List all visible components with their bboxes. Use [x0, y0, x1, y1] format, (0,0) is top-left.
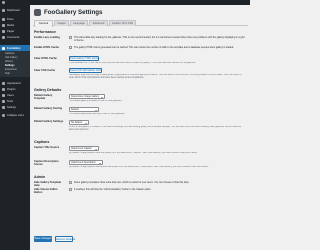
menu-item-label: Collapse menu: [7, 114, 25, 117]
html-cache-text: The gallery HTML that is generated can b…: [74, 46, 234, 49]
hide-editor-button-checkbox[interactable]: [69, 188, 72, 191]
setting-label-html-cache: Enable HTML Cache: [34, 46, 59, 49]
menu-item-media[interactable]: Media: [0, 23, 30, 28]
section-title-captions: Captions: [34, 140, 50, 144]
setting-label-default-sorting: Default Gallery Sorting: [34, 107, 63, 110]
settings-content: FooGallery Settings General Images Langu…: [33, 5, 248, 250]
setting-label-clear-html-cache: Clear HTML Cache: [34, 57, 57, 60]
menu-item-label: Settings: [7, 106, 17, 109]
menu-item-tools[interactable]: Tools: [0, 99, 30, 104]
gallery-icon: [2, 46, 5, 50]
page-title: FooGallery Settings: [44, 9, 103, 16]
menu-item-posts[interactable]: Posts: [0, 17, 30, 22]
menu-item-users[interactable]: Users: [0, 93, 30, 98]
setting-label-caption-desc: Caption Description Source: [34, 160, 59, 167]
pin-icon: [2, 18, 5, 21]
setting-label-hide-editor-button: Hide Classic Editor Button: [34, 188, 58, 195]
menu-item-label: Users: [7, 94, 14, 97]
tab-images[interactable]: Images: [54, 20, 69, 26]
default-settings-value: No default: [71, 121, 82, 124]
users-icon: [2, 94, 5, 97]
caption-title-value: Attachment Caption: [71, 147, 92, 150]
menu-item-label: Dashboard: [7, 9, 20, 12]
tab-advanced[interactable]: Advanced: [89, 20, 108, 26]
media-icon: [2, 24, 5, 27]
section-title-gallery-defaults: Gallery Defaults: [34, 88, 62, 92]
dashboard-icon: [2, 9, 5, 12]
submenu-item-help[interactable]: Help: [5, 72, 29, 76]
lazy-loading-checkbox[interactable]: [69, 36, 72, 39]
caption-desc-desc: By default, image caption descriptions a…: [69, 166, 209, 168]
lazy-loading-text: This will enable lazy loading for ALL ga…: [74, 36, 245, 42]
restore-defaults-button[interactable]: Restore Defaults: [55, 236, 75, 242]
setting-label-lazy-loading: Enable Lazy Loading: [34, 36, 60, 39]
menu-item-label: Appearance: [7, 82, 21, 85]
wordpress-logo-icon[interactable]: [2, 1, 5, 4]
caption-desc-value: Attachment Description: [71, 161, 96, 164]
hide-editor-button-text: If enabled, this will hide the "Add FooG…: [74, 188, 152, 191]
caption-desc-select[interactable]: Attachment Description: [69, 160, 103, 165]
menu-item-collapse[interactable]: Collapse menu: [0, 113, 30, 118]
tab-custom-js-css[interactable]: Custom JS & CSS: [109, 20, 136, 26]
default-sorting-desc: The default attachment sorting to use fo…: [69, 113, 125, 115]
setting-label-clear-css-cache: Clear CSS Cache: [34, 69, 56, 72]
menu-item-label: FooGallery: [7, 46, 21, 50]
settings-tabs: General Images Language Advanced Custom …: [33, 19, 248, 27]
section-title-admin: Admin: [34, 175, 46, 179]
collapse-icon: [2, 114, 5, 117]
menu-item-label: Posts: [7, 18, 14, 21]
clear-css-cache-button[interactable]: Clear CSS Optimization Cache: [69, 68, 102, 73]
foogallery-submenu: Galleries Add Gallery Albums Settings Ex…: [0, 51, 30, 77]
tab-language[interactable]: Language: [70, 20, 88, 26]
comment-icon: [2, 36, 5, 39]
default-settings-desc: When a new gallery is created, it can us…: [69, 126, 242, 131]
chevron-down-icon: [99, 162, 101, 164]
menu-item-label: Comments: [7, 36, 20, 39]
hide-template-help-text: Some gallery templates show extra help t…: [74, 181, 190, 184]
menu-item-label: Media: [7, 24, 15, 27]
chevron-down-icon: [101, 96, 103, 98]
plugin-icon: [2, 88, 5, 91]
page-icon: [2, 30, 5, 33]
default-settings-select[interactable]: No default: [69, 120, 89, 125]
clear-css-cache-desc: FooGallery optimizes the way it loads ga…: [69, 74, 242, 79]
chevron-down-icon: [85, 122, 87, 124]
wrench-icon: [2, 100, 5, 103]
setting-label-default-settings: Default Gallery Settings: [34, 120, 64, 123]
menu-item-label: Plugins: [7, 88, 16, 91]
save-changes-button[interactable]: Save Changes: [34, 236, 52, 242]
foogallery-logo-icon: [34, 9, 41, 16]
menu-item-pages[interactable]: Pages: [0, 29, 30, 34]
caption-title-select[interactable]: Attachment Caption: [69, 146, 99, 151]
default-template-desc: The default gallery template to use for …: [69, 100, 122, 102]
menu-item-appearance[interactable]: Appearance: [0, 81, 30, 86]
hide-template-help-checkbox[interactable]: [69, 181, 72, 184]
default-template-value: Responsive Image Gallery: [71, 95, 100, 98]
default-sorting-select[interactable]: Default: [69, 107, 99, 112]
clear-html-cache-desc: If you enabled the HTML cache, then you …: [69, 62, 196, 64]
sliders-icon: [2, 106, 5, 109]
default-sorting-value: Default: [71, 108, 79, 111]
html-cache-checkbox[interactable]: [69, 46, 72, 49]
menu-item-plugins[interactable]: Plugins: [0, 87, 30, 92]
menu-item-dashboard[interactable]: Dashboard: [0, 8, 30, 13]
caption-title-desc: By default, image caption titles are pul…: [69, 152, 198, 154]
menu-item-label: Tools: [7, 100, 14, 103]
admin-menu: Dashboard Posts Media Pages Comments Foo…: [0, 5, 30, 250]
chevron-down-icon: [95, 148, 97, 150]
menu-item-comments[interactable]: Comments: [0, 35, 30, 40]
menu-item-label: Pages: [7, 30, 15, 33]
clear-html-cache-button[interactable]: Clear Gallery HTML Cache: [69, 56, 99, 61]
setting-label-hide-template-help: Hide Gallery Template Help: [34, 181, 62, 188]
setting-label-default-template: Default Gallery Template: [34, 94, 53, 101]
menu-item-settings[interactable]: Settings: [0, 105, 30, 110]
tab-general[interactable]: General: [34, 20, 53, 27]
brush-icon: [2, 82, 5, 85]
chevron-down-icon: [95, 109, 97, 111]
setting-label-caption-title: Caption Title Source: [34, 146, 60, 149]
section-title-performance: Performance: [34, 30, 56, 34]
default-template-select[interactable]: Responsive Image Gallery: [69, 94, 105, 99]
